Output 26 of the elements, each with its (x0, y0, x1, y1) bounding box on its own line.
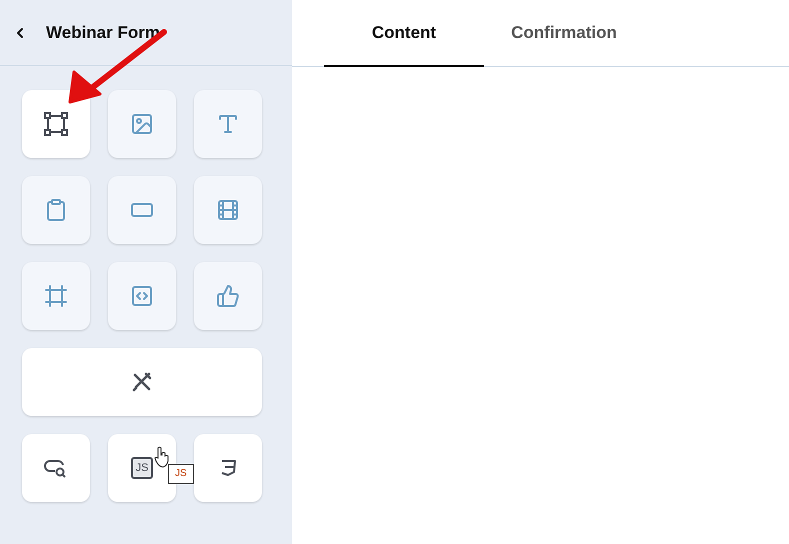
js-icon: JS (131, 457, 153, 479)
widget-tile[interactable] (194, 434, 262, 502)
widget-tile[interactable] (194, 176, 262, 244)
widget-tile[interactable] (194, 90, 262, 158)
frame-nodes-icon (43, 111, 69, 137)
tooltip: JS (168, 464, 194, 484)
thumbs-up-icon (216, 284, 240, 308)
widget-tile[interactable] (22, 176, 90, 244)
tools-icon (131, 371, 153, 393)
widget-tile[interactable] (108, 176, 176, 244)
widget-tile[interactable] (108, 262, 176, 330)
image-icon (130, 112, 154, 136)
widget-tile[interactable] (22, 262, 90, 330)
text-icon (216, 112, 240, 136)
widget-tile[interactable] (194, 262, 262, 330)
widget-tile[interactable] (108, 90, 176, 158)
widget-tile[interactable] (22, 90, 90, 158)
code-icon (130, 284, 154, 308)
clipboard-icon (44, 198, 68, 222)
hand-cursor-icon (154, 446, 170, 468)
widget-tile[interactable] (22, 434, 90, 502)
widget-tile[interactable] (22, 348, 262, 416)
tab[interactable]: Confirmation (484, 0, 644, 67)
film-icon (216, 198, 240, 222)
frame-icon (44, 284, 68, 308)
tab[interactable]: Content (324, 0, 484, 67)
